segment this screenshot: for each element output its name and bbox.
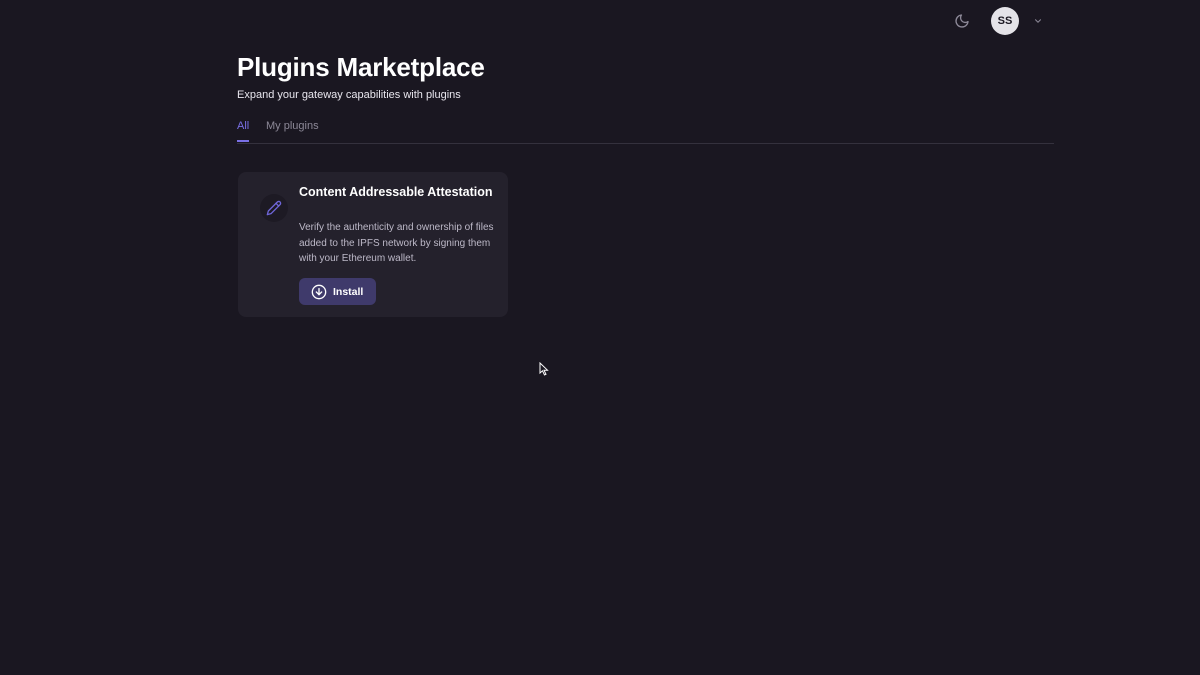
moon-icon[interactable] [951, 10, 973, 32]
download-circle-icon [311, 284, 327, 300]
chevron-down-icon[interactable] [1031, 14, 1045, 28]
page-title: Plugins Marketplace [237, 52, 485, 82]
install-button[interactable]: Install [299, 278, 376, 305]
plugin-description: Verify the authenticity and ownership of… [299, 222, 494, 264]
top-bar: SS [0, 0, 1200, 44]
tab-all[interactable]: All [237, 120, 250, 142]
pencil-icon [260, 194, 288, 222]
mouse-cursor-icon [539, 361, 549, 376]
install-label: Install [333, 285, 364, 298]
avatar-initials: SS [997, 15, 1013, 27]
page-subtitle: Expand your gateway capabilities with pl… [237, 89, 461, 101]
tab-my-plugins[interactable]: My plugins [266, 120, 319, 140]
avatar[interactable]: SS [991, 7, 1019, 35]
tab-bar: All My plugins [237, 118, 1054, 144]
plugin-card: Content Addressable Attestation Verify t… [238, 172, 508, 317]
plugin-title: Content Addressable Attestation [299, 185, 493, 199]
